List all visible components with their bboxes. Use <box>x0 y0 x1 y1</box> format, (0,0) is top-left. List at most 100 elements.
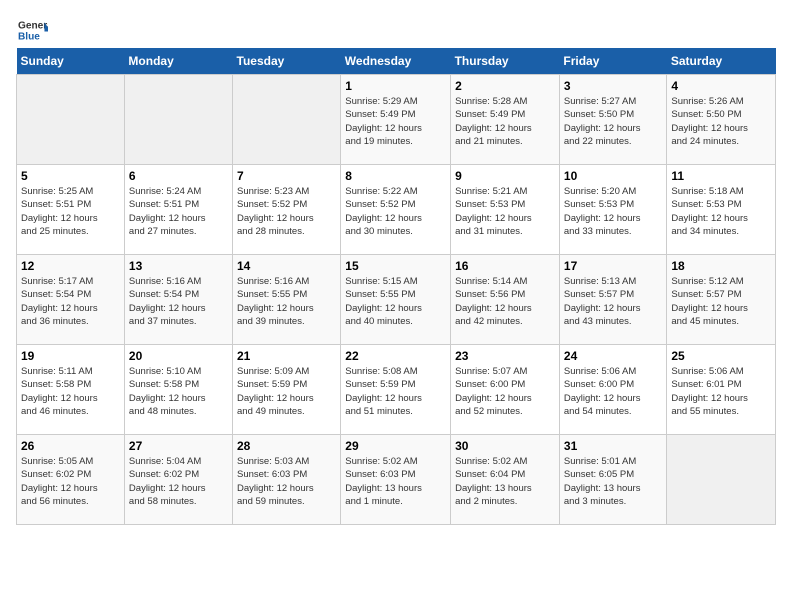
day-info: Sunrise: 5:16 AM Sunset: 5:55 PM Dayligh… <box>237 275 336 328</box>
day-cell: 24 Sunrise: 5:06 AM Sunset: 6:00 PM Dayli… <box>559 345 666 435</box>
calendar-table: SundayMondayTuesdayWednesdayThursdayFrid… <box>16 48 776 525</box>
day-cell: 28Sunrise: 5:03 AM Sunset: 6:03 PM Dayli… <box>233 435 341 525</box>
day-cell: 11 Sunrise: 5:18 AM Sunset: 5:53 PM Dayli… <box>667 165 776 255</box>
day-number: 4 <box>671 79 771 93</box>
day-info: Sunrise: 5:01 AM Sunset: 6:05 PM Dayligh… <box>564 455 662 508</box>
day-number: 14 <box>237 259 336 273</box>
week-row-3: 12Sunrise: 5:17 AM Sunset: 5:54 PM Dayli… <box>17 255 776 345</box>
day-info: Sunrise: 5:13 AM Sunset: 5:57 PM Dayligh… <box>564 275 662 328</box>
day-number: 30 <box>455 439 555 453</box>
day-number: 8 <box>345 169 446 183</box>
day-cell: 14 Sunrise: 5:16 AM Sunset: 5:55 PM Dayli… <box>233 255 341 345</box>
day-cell: 20 Sunrise: 5:10 AM Sunset: 5:58 PM Dayli… <box>124 345 232 435</box>
day-info: Sunrise: 5:06 AM Sunset: 6:01 PM Dayligh… <box>671 365 771 418</box>
logo-icon: General Blue <box>16 16 48 44</box>
day-number: 9 <box>455 169 555 183</box>
day-number: 11 <box>671 169 771 183</box>
header-saturday: Saturday <box>667 48 776 75</box>
day-number: 26 <box>21 439 120 453</box>
header-tuesday: Tuesday <box>233 48 341 75</box>
week-row-4: 19Sunrise: 5:11 AM Sunset: 5:58 PM Dayli… <box>17 345 776 435</box>
day-info: Sunrise: 5:04 AM Sunset: 6:02 PM Dayligh… <box>129 455 228 508</box>
day-cell: 3 Sunrise: 5:27 AM Sunset: 5:50 PM Daylig… <box>559 75 666 165</box>
day-cell: 23 Sunrise: 5:07 AM Sunset: 6:00 PM Dayli… <box>451 345 560 435</box>
day-info: Sunrise: 5:08 AM Sunset: 5:59 PM Dayligh… <box>345 365 446 418</box>
day-info: Sunrise: 5:11 AM Sunset: 5:58 PM Dayligh… <box>21 365 120 418</box>
week-row-5: 26 Sunrise: 5:05 AM Sunset: 6:02 PM Dayli… <box>17 435 776 525</box>
day-info: Sunrise: 5:25 AM Sunset: 5:51 PM Dayligh… <box>21 185 120 238</box>
calendar-header: SundayMondayTuesdayWednesdayThursdayFrid… <box>17 48 776 75</box>
day-number: 29 <box>345 439 446 453</box>
day-cell <box>124 75 232 165</box>
day-info: Sunrise: 5:05 AM Sunset: 6:02 PM Dayligh… <box>21 455 120 508</box>
day-cell: 12Sunrise: 5:17 AM Sunset: 5:54 PM Dayli… <box>17 255 125 345</box>
day-number: 31 <box>564 439 662 453</box>
day-cell: 1Sunrise: 5:29 AM Sunset: 5:49 PM Daylig… <box>341 75 451 165</box>
day-cell <box>233 75 341 165</box>
day-cell: 13 Sunrise: 5:16 AM Sunset: 5:54 PM Dayli… <box>124 255 232 345</box>
day-number: 10 <box>564 169 662 183</box>
day-cell: 4Sunrise: 5:26 AM Sunset: 5:50 PM Daylig… <box>667 75 776 165</box>
day-info: Sunrise: 5:09 AM Sunset: 5:59 PM Dayligh… <box>237 365 336 418</box>
day-number: 15 <box>345 259 446 273</box>
day-number: 27 <box>129 439 228 453</box>
header-friday: Friday <box>559 48 666 75</box>
day-number: 1 <box>345 79 446 93</box>
header-row: SundayMondayTuesdayWednesdayThursdayFrid… <box>17 48 776 75</box>
day-cell: 15 Sunrise: 5:15 AM Sunset: 5:55 PM Dayli… <box>341 255 451 345</box>
day-info: Sunrise: 5:24 AM Sunset: 5:51 PM Dayligh… <box>129 185 228 238</box>
day-cell: 5 Sunrise: 5:25 AM Sunset: 5:51 PM Daylig… <box>17 165 125 255</box>
day-info: Sunrise: 5:06 AM Sunset: 6:00 PM Dayligh… <box>564 365 662 418</box>
day-cell: 17 Sunrise: 5:13 AM Sunset: 5:57 PM Dayli… <box>559 255 666 345</box>
day-cell: 26 Sunrise: 5:05 AM Sunset: 6:02 PM Dayli… <box>17 435 125 525</box>
day-info: Sunrise: 5:12 AM Sunset: 5:57 PM Dayligh… <box>671 275 771 328</box>
day-info: Sunrise: 5:18 AM Sunset: 5:53 PM Dayligh… <box>671 185 771 238</box>
day-cell: 25 Sunrise: 5:06 AM Sunset: 6:01 PM Dayli… <box>667 345 776 435</box>
day-info: Sunrise: 5:23 AM Sunset: 5:52 PM Dayligh… <box>237 185 336 238</box>
day-number: 22 <box>345 349 446 363</box>
day-number: 2 <box>455 79 555 93</box>
day-cell: 27 Sunrise: 5:04 AM Sunset: 6:02 PM Dayli… <box>124 435 232 525</box>
day-cell: 19Sunrise: 5:11 AM Sunset: 5:58 PM Dayli… <box>17 345 125 435</box>
day-cell <box>17 75 125 165</box>
day-cell: 18 Sunrise: 5:12 AM Sunset: 5:57 PM Dayli… <box>667 255 776 345</box>
day-info: Sunrise: 5:10 AM Sunset: 5:58 PM Dayligh… <box>129 365 228 418</box>
calendar-body: 1Sunrise: 5:29 AM Sunset: 5:49 PM Daylig… <box>17 75 776 525</box>
day-number: 24 <box>564 349 662 363</box>
day-number: 23 <box>455 349 555 363</box>
day-cell: 2 Sunrise: 5:28 AM Sunset: 5:49 PM Daylig… <box>451 75 560 165</box>
logo: General Blue <box>16 16 52 44</box>
day-cell: 10Sunrise: 5:20 AM Sunset: 5:53 PM Dayli… <box>559 165 666 255</box>
page-header: General Blue <box>16 16 776 44</box>
day-number: 21 <box>237 349 336 363</box>
week-row-1: 1Sunrise: 5:29 AM Sunset: 5:49 PM Daylig… <box>17 75 776 165</box>
day-cell: 21 Sunrise: 5:09 AM Sunset: 5:59 PM Dayli… <box>233 345 341 435</box>
day-info: Sunrise: 5:16 AM Sunset: 5:54 PM Dayligh… <box>129 275 228 328</box>
day-number: 18 <box>671 259 771 273</box>
header-wednesday: Wednesday <box>341 48 451 75</box>
day-number: 13 <box>129 259 228 273</box>
day-cell: 30Sunrise: 5:02 AM Sunset: 6:04 PM Dayli… <box>451 435 560 525</box>
day-info: Sunrise: 5:22 AM Sunset: 5:52 PM Dayligh… <box>345 185 446 238</box>
day-cell: 29Sunrise: 5:02 AM Sunset: 6:03 PM Dayli… <box>341 435 451 525</box>
day-number: 7 <box>237 169 336 183</box>
svg-text:General: General <box>18 20 48 31</box>
day-cell: 9Sunrise: 5:21 AM Sunset: 5:53 PM Daylig… <box>451 165 560 255</box>
header-monday: Monday <box>124 48 232 75</box>
day-cell <box>667 435 776 525</box>
header-thursday: Thursday <box>451 48 560 75</box>
day-number: 20 <box>129 349 228 363</box>
day-number: 5 <box>21 169 120 183</box>
day-number: 3 <box>564 79 662 93</box>
day-cell: 8 Sunrise: 5:22 AM Sunset: 5:52 PM Daylig… <box>341 165 451 255</box>
day-info: Sunrise: 5:17 AM Sunset: 5:54 PM Dayligh… <box>21 275 120 328</box>
day-number: 17 <box>564 259 662 273</box>
day-cell: 31 Sunrise: 5:01 AM Sunset: 6:05 PM Dayli… <box>559 435 666 525</box>
day-info: Sunrise: 5:15 AM Sunset: 5:55 PM Dayligh… <box>345 275 446 328</box>
day-info: Sunrise: 5:27 AM Sunset: 5:50 PM Dayligh… <box>564 95 662 148</box>
day-cell: 22 Sunrise: 5:08 AM Sunset: 5:59 PM Dayli… <box>341 345 451 435</box>
day-number: 25 <box>671 349 771 363</box>
day-info: Sunrise: 5:28 AM Sunset: 5:49 PM Dayligh… <box>455 95 555 148</box>
header-sunday: Sunday <box>17 48 125 75</box>
day-info: Sunrise: 5:07 AM Sunset: 6:00 PM Dayligh… <box>455 365 555 418</box>
